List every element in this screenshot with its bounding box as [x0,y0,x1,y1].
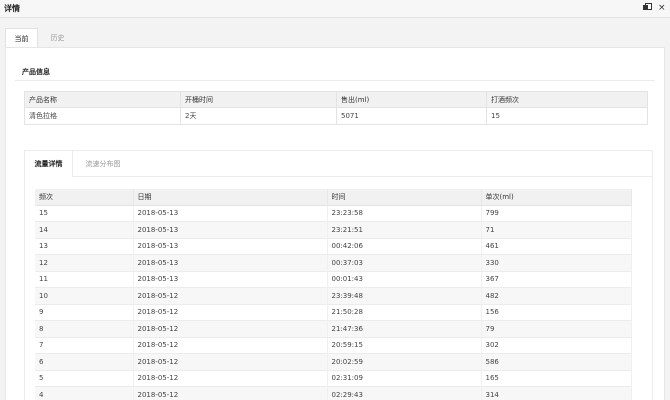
volume-ml-cell: 586 [481,353,632,371]
table-row: 12 2018-05-13 00:37:03 330 [35,254,632,272]
date-cell: 2018-05-12 [133,353,328,371]
date-cell: 2018-05-13 [133,271,328,288]
table-row: 11 2018-05-13 00:01:43 367 [35,271,632,288]
time-cell: 20:02:59 [327,353,482,371]
column-header: 频次 [35,189,134,206]
table-row: 13 2018-05-13 00:42:06 461 [35,238,632,255]
table-row: 9 2018-05-12 21:50:28 156 [35,304,632,321]
volume-ml-cell: 165 [481,370,632,387]
restore-icon[interactable] [643,3,652,13]
pour-index-cell: 13 [35,238,134,255]
table-header-row: 频次 日期 时间 单次(ml) [35,189,632,206]
pour-index-cell: 4 [35,386,134,400]
volume-ml-cell: 71 [481,221,632,239]
pour-count-cell: 15 [486,107,648,125]
volume-ml-cell: 799 [481,205,632,222]
tab-current[interactable]: 当前 [5,28,38,48]
sold-ml-cell: 5071 [336,107,487,125]
column-header: 单次(ml) [481,189,632,206]
window-title: 详情 [4,4,20,13]
flow-tabs: 流量详情 流速分布图 [25,151,652,177]
volume-ml-cell: 367 [481,271,632,288]
content-panel: 产品信息 产品名称 开桶时间 售出(ml) 打酒频次 清色拉格 2天 5071 [5,47,665,400]
volume-ml-cell: 314 [481,386,632,400]
table-row: 6 2018-05-12 20:02:59 586 [35,353,632,371]
close-icon[interactable]: × [658,3,666,13]
time-cell: 00:37:03 [327,254,482,272]
volume-ml-cell: 156 [481,304,632,321]
detail-window: 详情 × 当前 历史 产品信息 产品名称 开桶时间 售出(ml) 打酒频次 清色… [0,0,670,400]
column-header: 时间 [327,189,482,206]
title-bar: 详情 × [0,0,670,18]
table-row: 7 2018-05-12 20:59:15 302 [35,337,632,354]
pour-index-cell: 7 [35,337,134,354]
time-cell: 23:21:51 [327,221,482,239]
date-cell: 2018-05-12 [133,287,328,305]
volume-ml-cell: 79 [481,320,632,338]
flow-details-table: 频次 日期 时间 单次(ml) 15 2018-05-13 23:23:58 799 1… [35,189,632,400]
time-cell: 00:42:06 [327,238,482,255]
date-cell: 2018-05-13 [133,238,328,255]
date-cell: 2018-05-13 [133,221,328,239]
date-cell: 2018-05-13 [133,205,328,222]
time-cell: 20:59:15 [327,337,482,354]
date-cell: 2018-05-12 [133,320,328,338]
column-header: 日期 [133,189,328,206]
table-row: 10 2018-05-12 23:39:48 482 [35,287,632,305]
open-time-cell: 2天 [180,107,337,125]
pour-index-cell: 6 [35,353,134,371]
date-cell: 2018-05-12 [133,386,328,400]
table-row: 4 2018-05-12 02:29:43 314 [35,386,632,400]
pour-index-cell: 8 [35,320,134,338]
pour-index-cell: 14 [35,221,134,239]
time-cell: 21:47:36 [327,320,482,338]
table-row: 5 2018-05-12 02:31:09 165 [35,370,632,387]
column-header: 售出(ml) [336,91,487,108]
table-row: 清色拉格 2天 5071 15 [24,107,648,125]
date-cell: 2018-05-12 [133,304,328,321]
time-cell: 00:01:43 [327,271,482,288]
column-header: 产品名称 [24,91,181,108]
volume-ml-cell: 330 [481,254,632,272]
table-row: 14 2018-05-13 23:21:51 71 [35,221,632,239]
pour-index-cell: 9 [35,304,134,321]
date-cell: 2018-05-12 [133,337,328,354]
table-header-row: 产品名称 开桶时间 售出(ml) 打酒频次 [24,91,648,108]
date-cell: 2018-05-12 [133,370,328,387]
tab-history[interactable]: 历史 [41,28,74,48]
volume-ml-cell: 461 [481,238,632,255]
time-cell: 21:50:28 [327,304,482,321]
time-cell: 23:23:58 [327,205,482,222]
volume-ml-cell: 302 [481,337,632,354]
tab-flow-distribution[interactable]: 流速分布图 [77,151,129,177]
flow-panel: 流量详情 流速分布图 频次 日期 时间 单次(ml) 15 2018-05-13 2… [24,150,653,400]
product-info-title: 产品信息 [22,68,50,76]
pour-index-cell: 10 [35,287,134,305]
column-header: 开桶时间 [180,91,337,108]
pour-index-cell: 15 [35,205,134,222]
date-cell: 2018-05-13 [133,254,328,272]
table-row: 8 2018-05-12 21:47:36 79 [35,320,632,338]
product-info-table: 产品名称 开桶时间 售出(ml) 打酒频次 清色拉格 2天 5071 15 [24,91,648,125]
pour-index-cell: 5 [35,370,134,387]
column-header: 打酒频次 [486,91,648,108]
section-divider [15,80,655,81]
tab-flow-details[interactable]: 流量详情 [25,151,73,177]
table-row: 15 2018-05-13 23:23:58 799 [35,205,632,222]
pour-index-cell: 12 [35,254,134,272]
product-name-cell: 清色拉格 [24,107,181,125]
time-cell: 23:39:48 [327,287,482,305]
pour-index-cell: 11 [35,271,134,288]
volume-ml-cell: 482 [481,287,632,305]
time-cell: 02:31:09 [327,370,482,387]
time-cell: 02:29:43 [327,386,482,400]
